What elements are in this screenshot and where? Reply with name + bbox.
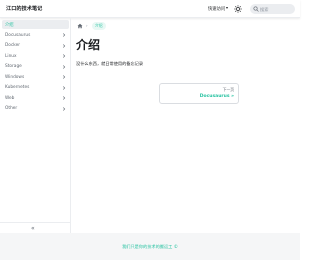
chevron-right-icon[interactable] xyxy=(62,33,66,37)
sidebar-item-label: Windows xyxy=(5,74,25,80)
footer: 我们只是你的技术的搬运工 © xyxy=(0,233,300,260)
navbar: 江口的技术笔记 快速访问 xyxy=(0,0,300,18)
chevron-right-icon[interactable] xyxy=(62,85,66,90)
pager-next-link[interactable]: 下一页 Docusaurus » xyxy=(159,83,239,104)
quick-nav-label: 快速访问 xyxy=(208,6,226,12)
chevron-right-icon[interactable] xyxy=(62,96,66,100)
sidebar-item-docusaurus[interactable]: Docusaurus xyxy=(2,31,69,40)
home-icon[interactable] xyxy=(77,23,83,29)
pager-next-title: Docusaurus » xyxy=(199,94,234,99)
chevron-right-icon[interactable] xyxy=(62,43,66,48)
caret-down-icon xyxy=(226,6,229,9)
pager-sub-label: 下一页 xyxy=(222,87,234,92)
chevron-right-icon[interactable] xyxy=(62,64,66,69)
sidebar-item-linux[interactable]: Linux xyxy=(2,52,69,61)
sidebar-item-label: Linux xyxy=(5,53,17,59)
search-input[interactable] xyxy=(260,4,293,14)
sidebar-item-intro[interactable]: 介绍 xyxy=(2,20,69,29)
sidebar-item-label: Other xyxy=(5,106,18,112)
sidebar-item-label: Web xyxy=(5,95,15,101)
sidebar: 介绍 Docusaurus Docker Linux Storage Windo… xyxy=(0,18,71,233)
chevron-right-icon[interactable] xyxy=(62,54,66,58)
chevron-right-icon[interactable] xyxy=(62,75,66,79)
double-chevron-left-icon: « xyxy=(31,225,35,232)
sun-icon[interactable] xyxy=(234,4,242,13)
search-box[interactable] xyxy=(250,4,295,14)
sidebar-item-windows[interactable]: Windows xyxy=(2,73,69,82)
intro-text: 没什么东西，就日常使用的备忘记录 xyxy=(76,61,144,66)
sidebar-item-label: 介绍 xyxy=(5,23,14,29)
sidebar-item-storage[interactable]: Storage xyxy=(2,62,69,71)
sidebar-item-kubernetes[interactable]: Kubernetes xyxy=(2,83,69,92)
site-title[interactable]: 江口的技术笔记 xyxy=(6,5,42,12)
search-icon xyxy=(253,6,259,12)
page-title: 介绍 xyxy=(76,38,101,52)
sidebar-collapse-button[interactable]: « xyxy=(0,222,71,233)
quick-nav-dropdown[interactable]: 快速访问 xyxy=(208,6,229,12)
breadcrumb-separator: › xyxy=(86,22,88,28)
chevron-right-icon[interactable] xyxy=(62,106,66,111)
sidebar-item-docker[interactable]: Docker xyxy=(2,41,69,50)
sidebar-item-label: Kubernetes xyxy=(5,85,30,91)
sidebar-item-label: Docker xyxy=(5,43,21,49)
footer-text: 我们只是你的技术的搬运工 © xyxy=(122,244,178,249)
sidebar-item-web[interactable]: Web xyxy=(2,94,69,103)
sidebar-item-other[interactable]: Other xyxy=(2,104,69,113)
sidebar-item-label: Storage xyxy=(5,64,22,70)
sidebar-item-label: Docusaurus xyxy=(5,32,31,38)
breadcrumb-current: 介绍 xyxy=(92,22,106,30)
